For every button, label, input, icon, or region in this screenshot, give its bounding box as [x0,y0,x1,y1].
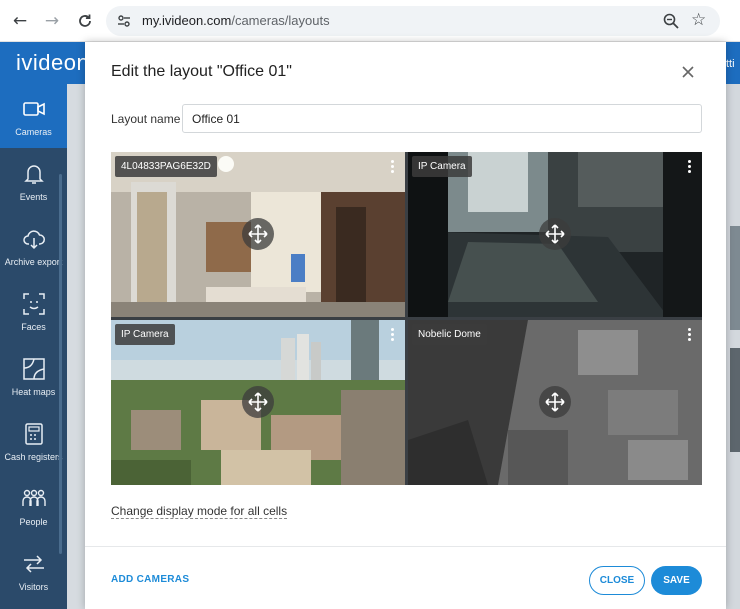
camera-cell[interactable]: IP Camera [111,320,405,485]
forward-arrow-icon[interactable]: → [40,9,64,33]
close-button[interactable]: CLOSE [589,566,645,595]
sidebar-item-label: Faces [21,321,46,332]
browser-toolbar: ← → my.ivideon.com/cameras/layouts ☆ [0,0,740,42]
sidebar-item-label: Visitors [18,581,49,592]
edit-layout-dialog: Edit the layout "Office 01" Layout name [85,42,726,609]
camera-grid: 4L04833PAG6E32D IP Camera IP Camera Nobe… [111,152,702,485]
camera-label: 4L04833PAG6E32D [115,156,217,177]
sidebar-item-label: Cash registers [4,451,63,462]
dialog-title: Edit the layout "Office 01" [111,63,292,80]
sidebar-item-label: Events [19,191,48,202]
header-right-text[interactable]: tti [726,58,735,70]
move-handle-icon[interactable] [539,386,571,418]
address-bar[interactable]: my.ivideon.com/cameras/layouts ☆ [106,6,720,36]
more-vert-icon[interactable] [680,324,698,344]
layout-name-input[interactable] [182,104,702,133]
sidebar-item-label: Cameras [15,126,52,137]
more-vert-icon[interactable] [383,156,401,176]
move-handle-icon[interactable] [242,218,274,250]
sidebar-item-archive-export[interactable]: Archive export [0,214,67,278]
bell-icon [23,164,44,184]
sidebar-item-cameras[interactable]: Cameras [0,84,67,148]
ivideon-logo[interactable]: ivideon [16,50,89,76]
footer-divider [85,546,726,547]
camera-label: IP Camera [412,156,472,177]
sidebar: Cameras Events Archive export Faces Heat… [0,84,67,609]
sidebar-item-label: Archive export [4,256,63,267]
sidebar-item-people[interactable]: People [0,474,67,538]
camera-cell[interactable]: 4L04833PAG6E32D [111,152,405,317]
more-vert-icon[interactable] [680,156,698,176]
camera-label: IP Camera [115,324,175,345]
sidebar-item-cash-registers[interactable]: Cash registers [0,409,67,473]
people-icon [21,489,46,506]
move-handle-icon[interactable] [539,218,571,250]
save-button[interactable]: SAVE [651,566,702,595]
cloud-download-icon [22,229,45,249]
heat-map-icon [22,357,45,380]
change-display-mode-link[interactable]: Change display mode for all cells [111,504,288,519]
sidebar-item-faces[interactable]: Faces [0,279,67,343]
sidebar-item-visitors[interactable]: Visitors [0,539,67,603]
camera-cell[interactable]: IP Camera [408,152,702,317]
more-vert-icon[interactable] [383,324,401,344]
url-text: my.ivideon.com/cameras/layouts [142,13,330,28]
reload-icon[interactable] [73,9,97,33]
move-handle-icon[interactable] [242,386,274,418]
face-scan-icon [22,292,45,315]
camera-cell[interactable]: Nobelic Dome [408,320,702,485]
camera-label: Nobelic Dome [412,324,487,345]
layout-name-label: Layout name [111,112,181,126]
site-settings-icon[interactable] [116,13,132,29]
background-camera-thumbnail [730,348,740,452]
sidebar-item-label: Heat maps [11,386,56,397]
cash-register-icon [24,422,43,445]
bookmark-star-icon[interactable]: ☆ [691,10,706,30]
sidebar-item-label: People [19,516,48,527]
camera-icon [22,101,45,116]
sidebar-item-heat-maps[interactable]: Heat maps [0,344,67,408]
sidebar-item-events[interactable]: Events [0,149,67,213]
add-cameras-button[interactable]: ADD CAMERAS [111,574,189,585]
close-icon[interactable] [679,63,697,81]
zoom-icon[interactable] [662,12,680,30]
background-camera-thumbnail [730,226,740,330]
visitors-icon [23,554,44,573]
back-arrow-icon[interactable]: ← [8,9,32,33]
sidebar-scrollbar[interactable] [59,174,62,554]
